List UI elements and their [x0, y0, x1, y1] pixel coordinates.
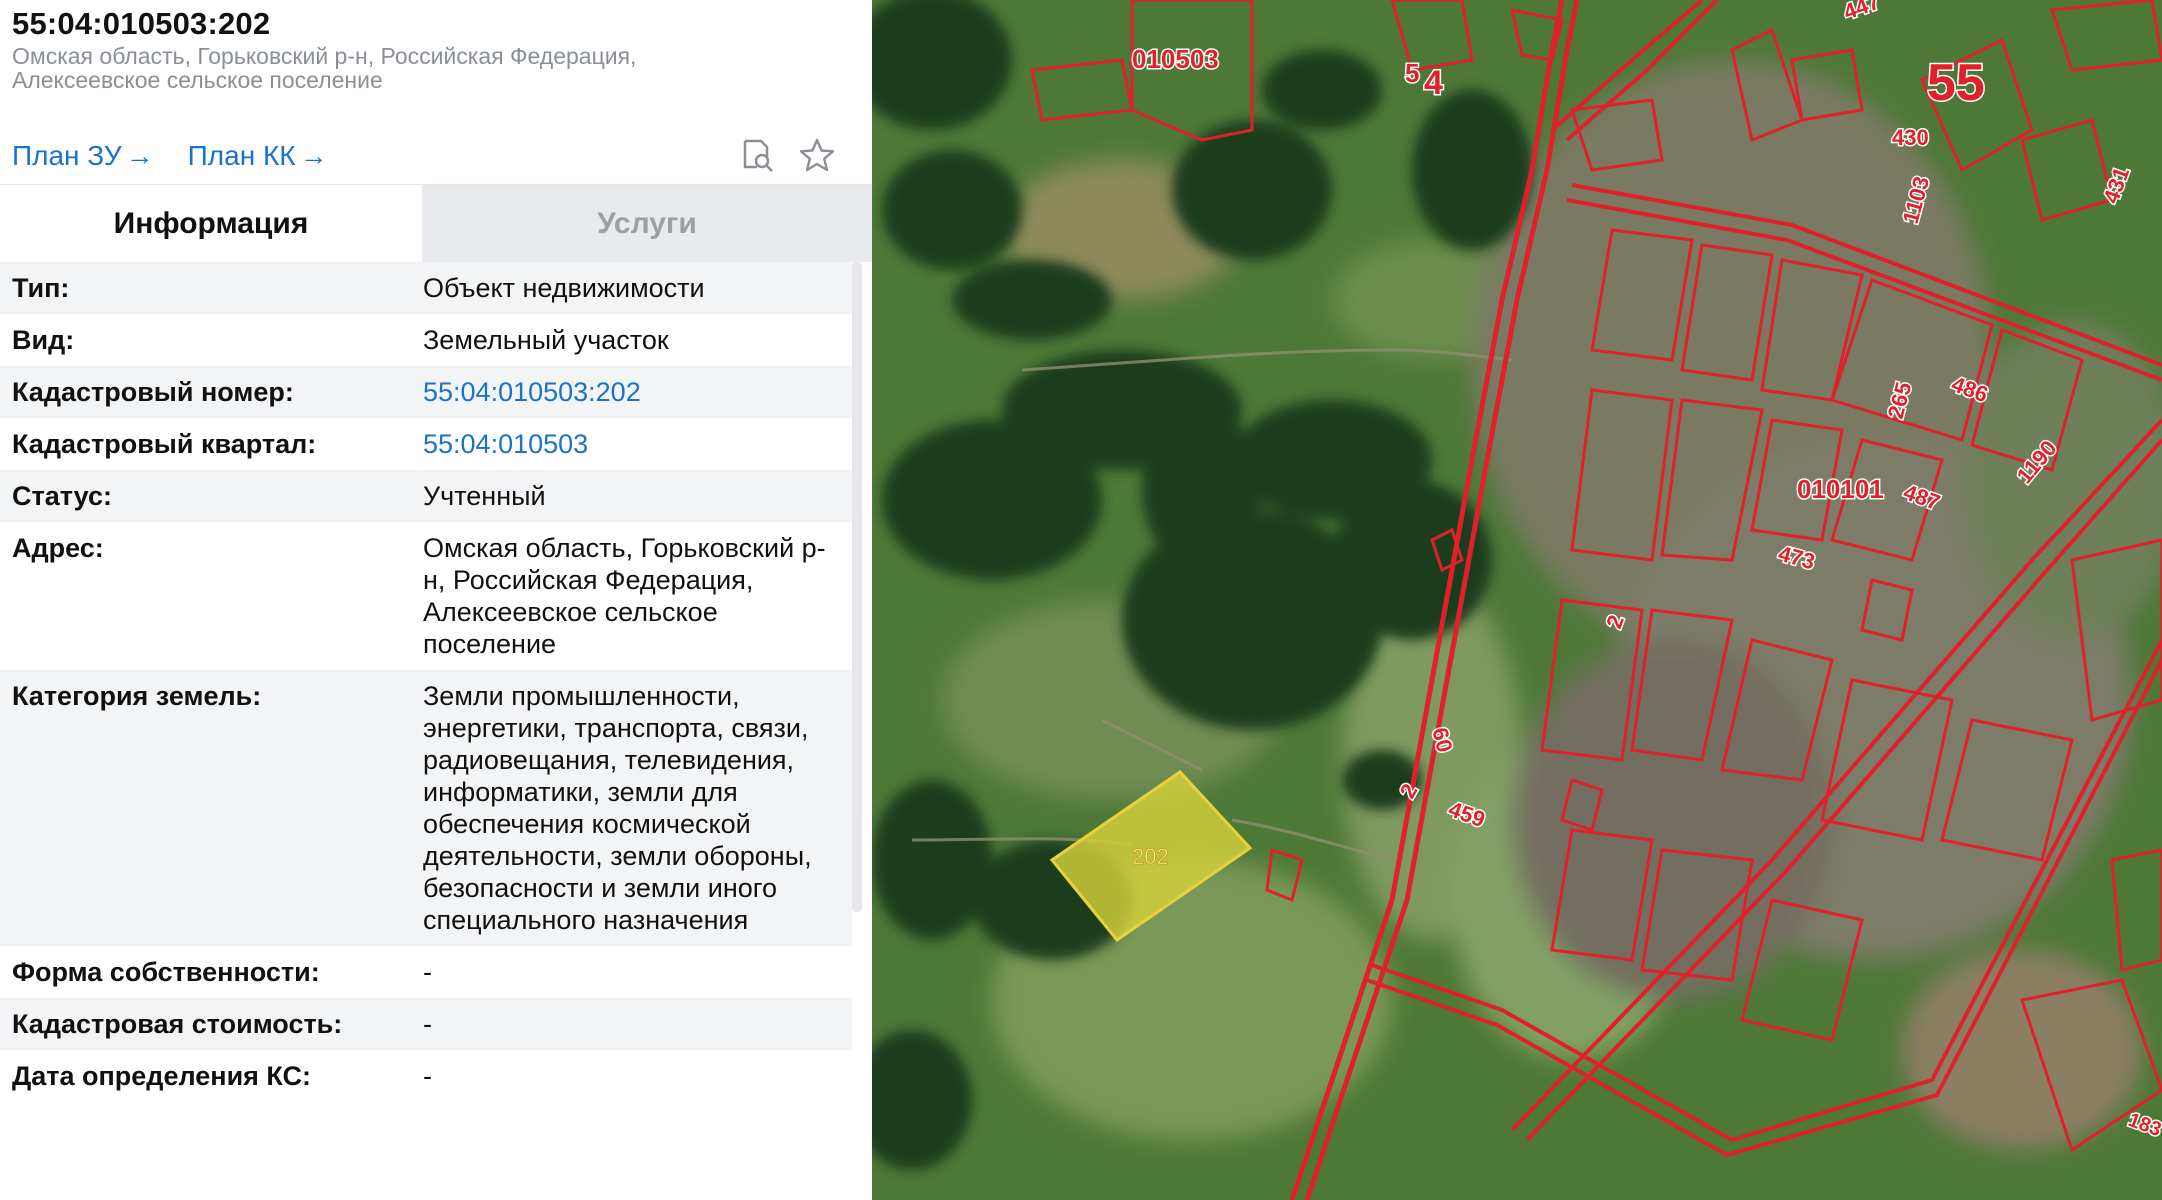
plan-kk-link[interactable]: План КК →	[188, 140, 328, 172]
selected-parcel-label: 202	[1132, 844, 1169, 869]
row-label: Тип:	[12, 273, 70, 303]
info-row-cadastral-number: Кадастровый номер: 55:04:010503:202	[0, 366, 852, 418]
row-label: Кадастровый квартал:	[12, 429, 317, 459]
row-label: Кадастровый номер:	[12, 377, 294, 407]
row-value: -	[423, 1061, 432, 1091]
tab-bar: Информация Услуги	[0, 184, 872, 262]
row-value: Объект недвижимости	[423, 273, 705, 303]
info-row-cadastral-value: Кадастровая стоимость: -	[0, 998, 852, 1050]
row-label: Форма собственности:	[12, 957, 320, 987]
cadastral-number-link[interactable]: 55:04:010503:202	[423, 376, 843, 408]
info-row-land-category: Категория земель: Земли промышленности, …	[0, 670, 852, 946]
map-label-quarter-010101: 010101	[1797, 474, 1884, 504]
plan-zu-link[interactable]: План ЗУ →	[12, 140, 154, 172]
page-title: 55:04:010503:202	[12, 6, 271, 41]
address-subtitle: Омская область, Горьковский р-н, Российс…	[12, 43, 637, 93]
tab-information[interactable]: Информация	[0, 185, 422, 262]
row-value: Земельный участок	[423, 325, 669, 355]
info-row-type: Тип: Объект недвижимости	[0, 262, 852, 314]
info-row-cadastral-quarter: Кадастровый квартал: 55:04:010503	[0, 418, 852, 470]
panel-scrollbar[interactable]	[852, 262, 862, 912]
plan-zu-label: План ЗУ	[12, 140, 122, 171]
map-label-55: 55	[1927, 54, 1985, 112]
row-value: -	[423, 957, 432, 987]
map-label-quarter-010503: 010503	[1132, 44, 1219, 74]
row-value: Омская область, Горьковский р-н, Российс…	[423, 533, 826, 659]
row-label: Кадастровая стоимость:	[12, 1009, 343, 1039]
star-icon[interactable]	[798, 136, 836, 174]
info-row-ownership: Форма собственности: -	[0, 946, 852, 998]
plan-links: План ЗУ → План КК →	[12, 140, 328, 172]
map-label-5: 5	[1405, 58, 1419, 88]
arrow-right-icon: →	[125, 140, 154, 171]
map-label-430: 430	[1892, 125, 1929, 150]
arrow-right-icon: →	[299, 140, 328, 171]
toolbar	[738, 136, 836, 174]
row-label: Адрес:	[12, 533, 104, 563]
row-label: Дата определения КС:	[12, 1061, 312, 1091]
map-label-4: 4	[1424, 64, 1443, 102]
info-row-address: Адрес: Омская область, Горьковский р-н, …	[0, 522, 852, 670]
document-search-icon[interactable]	[738, 136, 776, 174]
row-label: Статус:	[12, 481, 112, 511]
map-canvas[interactable]: 010503 5 4 55 430 431 447 1103 265 486 0…	[872, 0, 2162, 1200]
row-value: Учтенный	[423, 481, 546, 511]
info-panel: 55:04:010503:202 Омская область, Горьков…	[0, 0, 872, 1200]
info-row-status: Статус: Учтенный	[0, 470, 852, 522]
info-row-kind: Вид: Земельный участок	[0, 314, 852, 366]
row-value: -	[423, 1009, 432, 1039]
cadastral-quarter-link[interactable]: 55:04:010503	[423, 428, 843, 460]
row-value: Земли промышленности, энергетики, трансп…	[423, 681, 812, 935]
info-row-value-date: Дата определения КС: -	[0, 1050, 852, 1102]
plan-kk-label: План КК	[187, 140, 296, 171]
info-table: Тип: Объект недвижимости Вид: Земельный …	[0, 262, 852, 1102]
satellite-map[interactable]: 010503 5 4 55 430 431 447 1103 265 486 0…	[872, 0, 2162, 1200]
tab-services[interactable]: Услуги	[422, 185, 872, 262]
row-label: Категория земель:	[12, 681, 262, 711]
row-label: Вид:	[12, 325, 75, 355]
